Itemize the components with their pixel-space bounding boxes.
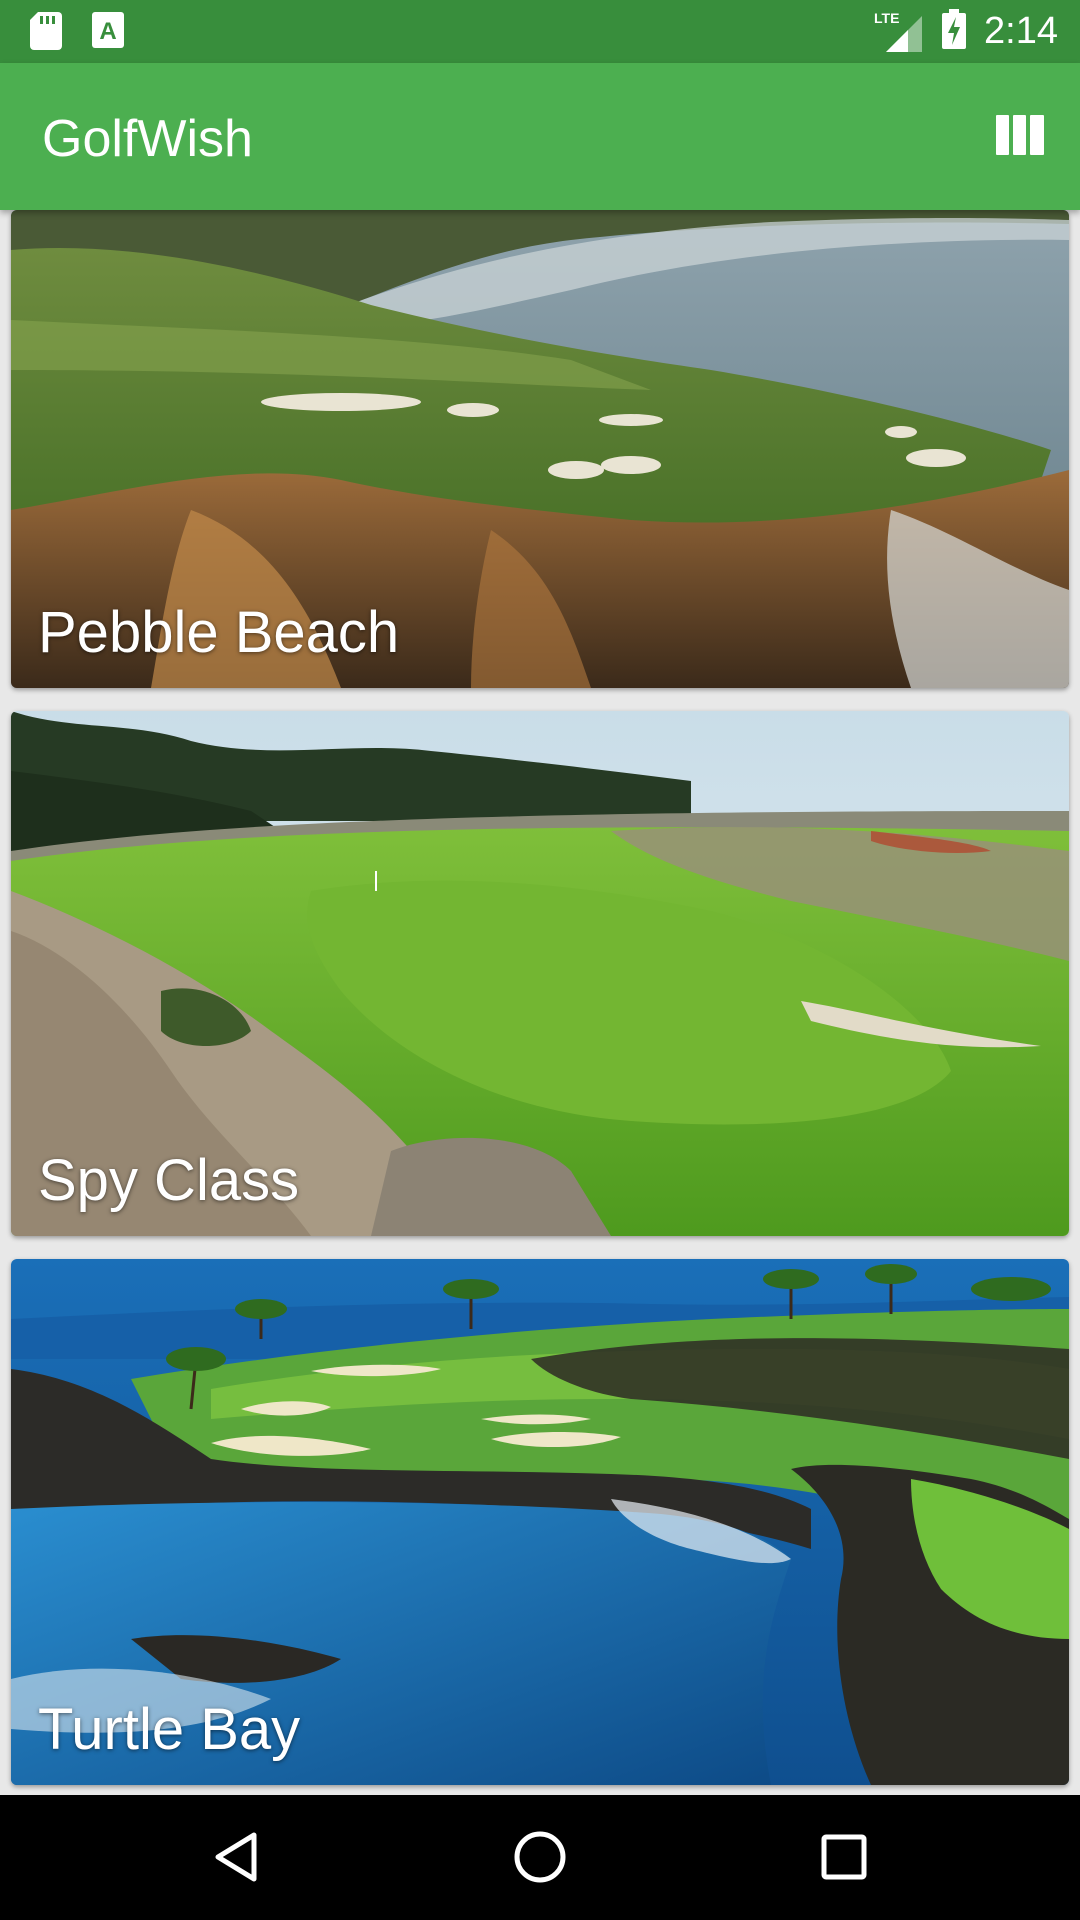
a-notification-icon: A [92,12,124,55]
app-title: GolfWish [42,110,253,168]
home-icon[interactable] [508,1825,572,1889]
course-list[interactable]: Pebble Beach Spy Class Turtle Bay [0,210,1080,1795]
back-icon[interactable] [204,1825,268,1889]
course-card[interactable]: Pebble Beach [11,210,1069,688]
course-title: Turtle Bay [38,1697,301,1762]
svg-text:A: A [99,18,116,45]
status-bar: A LTE 2:14 [0,0,1080,63]
lte-signal-icon: LTE [874,8,924,54]
course-card[interactable]: Turtle Bay [11,1259,1069,1785]
course-card[interactable]: Spy Class [11,711,1069,1236]
course-title: Pebble Beach [38,600,400,665]
battery-charging-icon [942,8,967,54]
navigation-bar [0,1795,1080,1920]
recents-icon[interactable] [812,1825,876,1889]
course-title: Spy Class [38,1148,300,1213]
view-column-icon[interactable] [996,115,1044,155]
status-time: 2:14 [984,10,1058,52]
sd-card-icon [30,12,62,55]
app-bar: GolfWish [0,63,1080,210]
